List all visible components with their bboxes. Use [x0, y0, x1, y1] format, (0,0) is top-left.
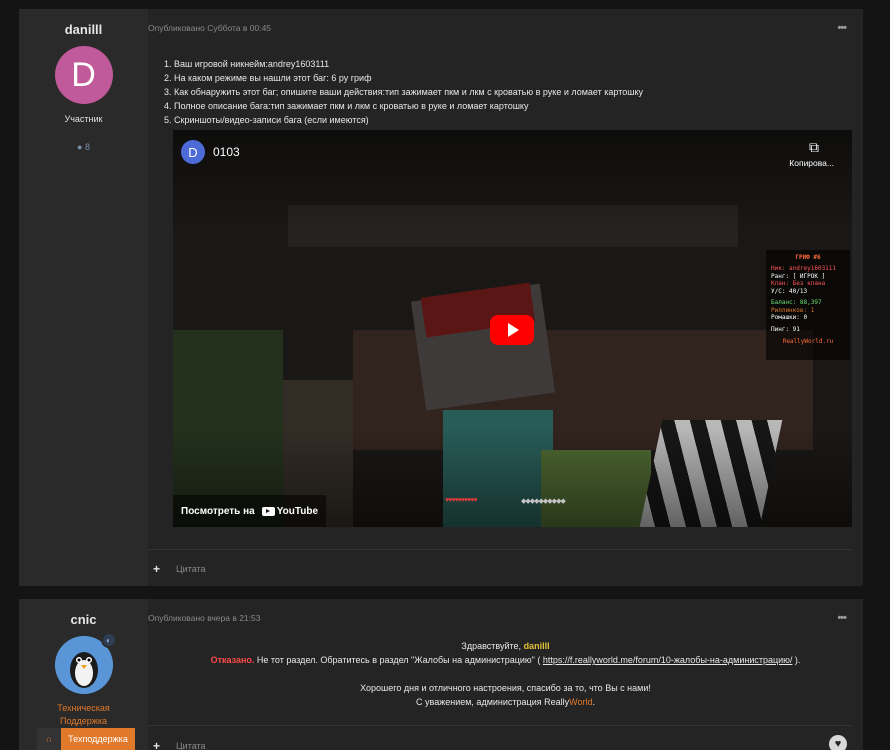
- heart-icon: ♥: [834, 738, 842, 750]
- author-name[interactable]: danilll: [19, 22, 148, 37]
- author-panel: cnic ◐ Техническая Поддержка ∩ Техподдер…: [19, 599, 148, 750]
- avatar-wrap[interactable]: ◐: [54, 632, 117, 694]
- divider: [148, 725, 853, 726]
- comment-icon: ●: [77, 142, 83, 152]
- list-item: 5. Скриншоты/видео-записи бага (если име…: [164, 115, 369, 125]
- author-role: Участник: [64, 114, 103, 124]
- post-content: Опубликовано вчера в 21:53 ••• Здравству…: [148, 599, 863, 750]
- denied-label: Отказано.: [210, 655, 255, 665]
- plus-icon: +: [153, 562, 161, 576]
- scoreboard-row: У/С: 40/13: [771, 287, 808, 295]
- posts-count-value: 8: [84, 142, 90, 152]
- headset-icon: ∩: [37, 728, 61, 750]
- quote-label: Цитата: [176, 741, 206, 750]
- play-button[interactable]: [490, 315, 534, 345]
- scoreboard-site: ReallyWorld.ru: [782, 338, 834, 345]
- scoreboard-row: Баланс: 88,397: [771, 299, 822, 306]
- forum-post: danilll D Участник ● 8 Опубликовано Субб…: [19, 9, 863, 586]
- scoreboard-ping: Пинг: 91: [771, 325, 800, 333]
- copy-icon[interactable]: ⧉: [809, 139, 819, 156]
- more-options-icon[interactable]: •••: [837, 22, 847, 34]
- signature-line: С уважением, администрация ReallyWorld.: [148, 695, 863, 709]
- denied-line: Отказано. Не тот раздел. Обратитесь в ра…: [148, 653, 863, 667]
- youtube-label: YouTube: [276, 505, 319, 517]
- posts-count[interactable]: ● 8: [19, 142, 148, 152]
- game-hotbar: ♥♥♥♥♥♥♥♥♥♥ ◆◆◆◆◆◆◆◆◆◆: [445, 497, 625, 527]
- author-name[interactable]: cnic: [19, 612, 148, 627]
- signature-prefix: С уважением, администрация Really: [416, 697, 570, 707]
- role-line: Техническая: [57, 703, 110, 713]
- scoreboard-row: Ник: andrey1603111: [771, 265, 837, 272]
- play-icon: [508, 323, 519, 337]
- forum-post: cnic ◐ Техническая Поддержка ∩ Техподдер…: [19, 599, 863, 750]
- hearts-icon: ♥♥♥♥♥♥♥♥♥♥: [445, 497, 478, 504]
- like-button[interactable]: ♥: [829, 735, 847, 750]
- more-options-icon[interactable]: •••: [837, 612, 847, 624]
- staff-badge-icon: ◐: [100, 632, 117, 648]
- list-item: 2. На каком режиме вы нашли этот баг: 6 …: [164, 73, 372, 83]
- youtube-logo: YouTube: [261, 505, 319, 517]
- list-item: 3. Как обнаружить этот баг; опишите ваши…: [164, 87, 643, 97]
- denied-tail: ).: [792, 655, 801, 665]
- signature-world: World: [569, 697, 593, 707]
- quote-button[interactable]: + Цитата: [153, 562, 206, 576]
- support-badge-label: Техподдержка: [61, 728, 135, 750]
- wish-line: Хорошего дня и отличного настроения, спа…: [360, 683, 651, 693]
- scoreboard-title: ГРИФ #6: [795, 254, 821, 261]
- armor-icon: ◆◆◆◆◆◆◆◆◆◆: [521, 498, 566, 505]
- watch-on-youtube-button[interactable]: Посмотреть на YouTube: [173, 495, 327, 527]
- youtube-icon: [261, 506, 275, 516]
- watch-label: Посмотреть на: [181, 505, 255, 517]
- scoreboard-row: Клан: Без клана: [771, 280, 826, 287]
- author-panel: danilll D Участник ● 8: [19, 9, 148, 586]
- quote-label: Цитата: [176, 564, 206, 574]
- denied-text: Не тот раздел. Обратитесь в раздел "Жало…: [254, 655, 543, 665]
- scoreboard-row: Ромашки: 0: [771, 314, 808, 321]
- plus-icon: +: [153, 739, 161, 750]
- signature-suffix: .: [592, 697, 595, 707]
- author-role: Техническая Поддержка: [19, 702, 148, 728]
- complaints-link[interactable]: https://f.reallyworld.me/forum/10-жалобы…: [543, 655, 793, 665]
- greeting-text: Здравствуйте,: [461, 641, 524, 651]
- post-meta[interactable]: Опубликовано вчера в 21:53: [148, 613, 260, 623]
- answers-list: 1. Ваш игровой никнейм:andrey1603111 2. …: [164, 57, 643, 127]
- post-content: Опубликовано Суббота в 00:45 ••• 1. Ваш …: [148, 9, 863, 586]
- scoreboard-row: Риллинков: 1: [771, 306, 815, 314]
- role-line: Поддержка: [60, 716, 107, 726]
- quote-button[interactable]: + Цитата: [153, 739, 206, 750]
- list-item: 1. Ваш игровой никнейм:andrey1603111: [164, 59, 330, 69]
- game-scoreboard: ГРИФ #6 Ник: andrey1603111 Ранг: [ ИГРОК…: [766, 250, 850, 360]
- mentioned-user[interactable]: danilll: [524, 641, 550, 651]
- greeting-line: Здравствуйте, danilll: [148, 639, 863, 653]
- list-item: 4. Полное описание бага:тип зажимает пкм…: [164, 101, 529, 111]
- copy-link-label[interactable]: Копирова...: [789, 158, 834, 168]
- avatar[interactable]: D: [54, 46, 113, 104]
- post-message: Здравствуйте, danilll Отказано. Не тот р…: [148, 639, 863, 709]
- support-badge: ∩ Техподдержка: [37, 728, 135, 750]
- post-meta[interactable]: Опубликовано Суббота в 00:45: [148, 23, 271, 33]
- divider: [148, 549, 853, 550]
- video-title[interactable]: 0103: [213, 145, 240, 159]
- channel-avatar[interactable]: D: [181, 140, 205, 164]
- scoreboard-row: Ранг: [ ИГРОК ]: [771, 272, 826, 280]
- youtube-embed[interactable]: ♥♥♥♥♥♥♥♥♥♥ ◆◆◆◆◆◆◆◆◆◆ ГРИФ #6 Ник: andre…: [173, 130, 852, 527]
